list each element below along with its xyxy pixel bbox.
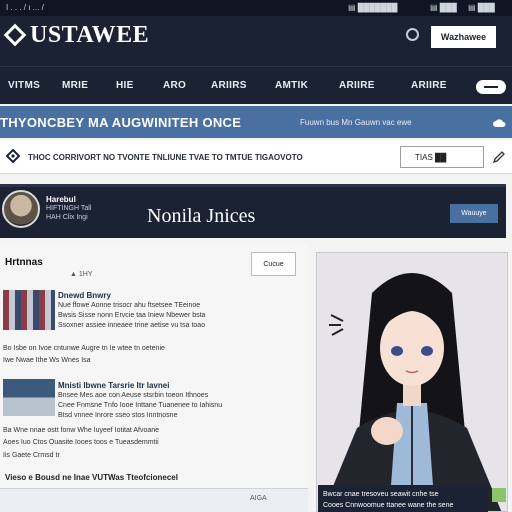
article-title[interactable]: Mnisti Ibwne Tarsrie Itr Iavnei bbox=[58, 381, 169, 390]
nav-item-3[interactable]: HIE bbox=[116, 80, 134, 91]
paragraph-line: Iis Gaete Crmsd tr bbox=[3, 452, 60, 459]
menu-toggle-button[interactable] bbox=[476, 80, 506, 94]
profile-username: Harebul bbox=[46, 195, 76, 204]
cloud-icon[interactable] bbox=[493, 117, 506, 128]
footer-headline[interactable]: Vieso e Bousd ne Inae VUTWas Tteofcionec… bbox=[5, 473, 178, 482]
profile-display-name: Nonila Jnices bbox=[147, 205, 256, 227]
character-caption: Bwcar cnae tresoveu seawit cnhe tse Cooe… bbox=[318, 485, 488, 512]
banner-link[interactable]: Fuuwn bus Mn Gauwn vac ewe bbox=[300, 118, 412, 127]
topbar-left-text: I . . . / ı ... / bbox=[6, 3, 44, 12]
edit-icon[interactable] bbox=[492, 150, 506, 164]
article-text-line: Bwsis Sisse nonn Ervcie taa Iniew Nbewer… bbox=[58, 312, 206, 319]
paragraph-line: Aoes Iuo Ctos Ouasite Iooes toos e Tueas… bbox=[3, 439, 159, 446]
article-text-line: Cnee Fnmsne Tnfo Iooe Inttane Tuanenee t… bbox=[58, 402, 223, 409]
caption-line: Cooes Cnnwoomue ttanee wane the sene bbox=[323, 502, 454, 509]
article-thumbnail[interactable] bbox=[3, 290, 55, 330]
character-image bbox=[317, 253, 507, 511]
avatar[interactable] bbox=[2, 190, 40, 228]
header-cta-button[interactable]: Wazhawee bbox=[431, 26, 496, 48]
language-icon[interactable] bbox=[406, 28, 419, 41]
nav-item-4[interactable]: ARO bbox=[163, 80, 186, 91]
nav-item-6[interactable]: AMTIK bbox=[275, 80, 308, 91]
section-action-button[interactable]: Cucue bbox=[251, 252, 296, 276]
article-title[interactable]: Dnewd Bnwry bbox=[58, 291, 111, 300]
section-count: ▲ 1HY bbox=[70, 271, 93, 278]
topbar-item-2[interactable]: ▤ ███ bbox=[430, 3, 457, 12]
paragraph-line: Iwe Nwae Ithe Ws Wnes Isa bbox=[3, 357, 91, 364]
topbar-item-3[interactable]: ▤ ███ bbox=[468, 3, 495, 12]
nav-item-8[interactable]: ARIIRE bbox=[411, 80, 447, 91]
content-column bbox=[0, 244, 308, 512]
diamond-alert-icon bbox=[6, 149, 20, 163]
caption-line: Bwcar cnae tresoveu seawit cnhe tse bbox=[323, 491, 439, 498]
article-text-line: Nue ffowe Aonne trisocr ahu ftsetsee TEe… bbox=[58, 302, 201, 309]
top-utility-bar: I . . . / ı ... / ▤ ███████ ▤ ███ ▤ ███ bbox=[0, 0, 512, 16]
footer-date: AIGA bbox=[250, 495, 267, 502]
paragraph-line: Ba Wne nnae ostt fonw Whe Iuyeef Iotitat… bbox=[3, 427, 160, 434]
nav-item-5[interactable]: ARIIRS bbox=[211, 80, 247, 91]
nav-item-2[interactable]: MRIE bbox=[62, 80, 88, 91]
article-text-line: Ssoxner assiee inneaee trine aetise vu t… bbox=[58, 322, 206, 329]
site-logo[interactable]: USTAWEE bbox=[30, 22, 149, 49]
info-select[interactable]: TIAS ██ bbox=[400, 146, 484, 168]
profile-action-button[interactable]: Wauuye bbox=[450, 204, 498, 223]
profile-subtitle: HAH Clix Ingi bbox=[46, 214, 88, 221]
character-illustration bbox=[316, 252, 508, 512]
topbar-item-1[interactable]: ▤ ███████ bbox=[348, 3, 397, 12]
check-icon[interactable] bbox=[492, 488, 506, 502]
profile-meta: HIFTINGH Tall bbox=[46, 205, 92, 212]
paragraph-line: Bo Isbe on Ivoe cntunwe Augre tn Ie wtee… bbox=[3, 345, 165, 352]
article-text-line: Bnsee Mes aoe con Aeuse stsrbin toeon It… bbox=[58, 392, 209, 399]
nav-item-7[interactable]: ARIIRE bbox=[339, 80, 375, 91]
article-thumbnail[interactable] bbox=[3, 379, 55, 416]
nav-item-1[interactable]: VITMS bbox=[8, 80, 40, 91]
article-text-line: Btsd vnnee Inrore sseo stos Inntnosne bbox=[58, 412, 178, 419]
section-title: Hrtnnas bbox=[5, 257, 43, 268]
banner-title: THYONCBEY MA AUGWINITEH ONCE bbox=[0, 115, 242, 130]
info-text: THOC CORRIVORT NO TVONTE TNLIUNE TVAE TO… bbox=[28, 153, 303, 162]
